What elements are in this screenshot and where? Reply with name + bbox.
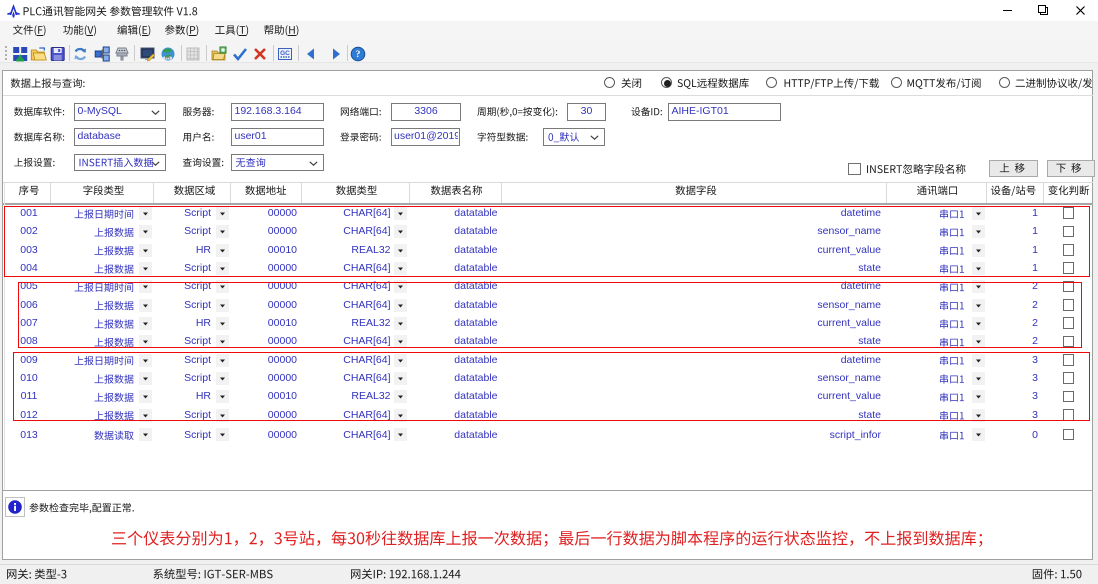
svg-text:?: ? <box>356 50 361 60</box>
svg-text:PPI: PPI <box>165 56 170 60</box>
svg-text:GC: GC <box>280 50 290 57</box>
